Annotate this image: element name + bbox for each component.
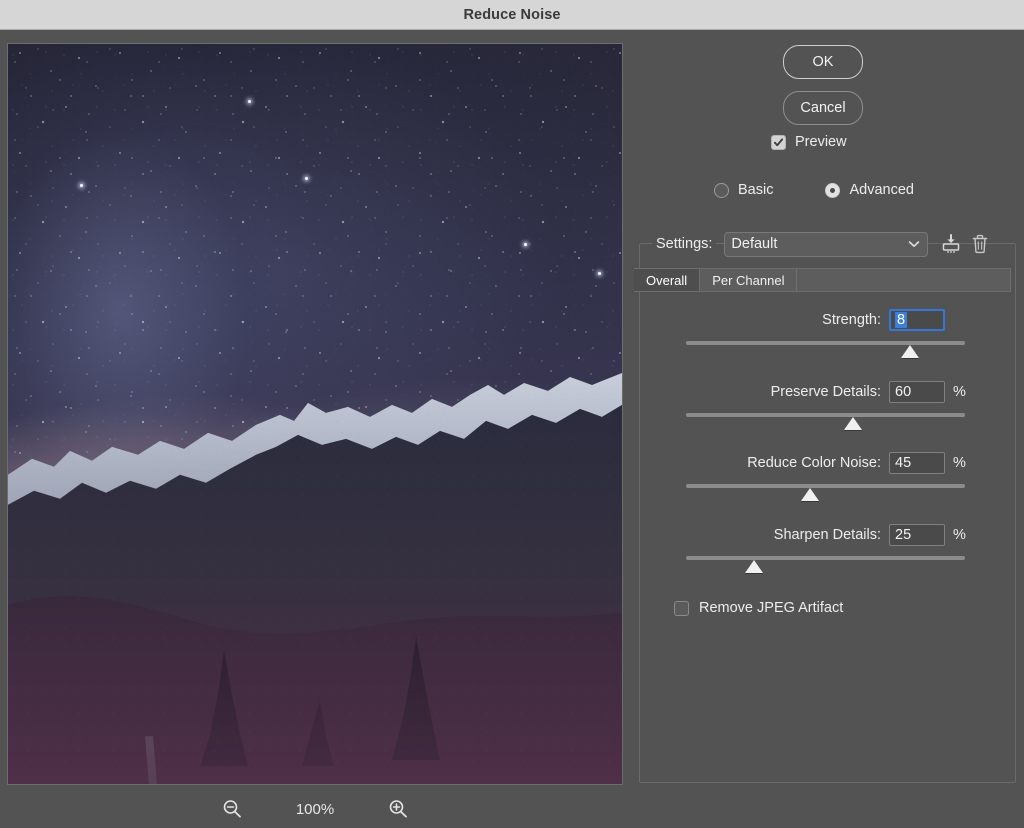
radio-basic-label: Basic <box>738 182 774 198</box>
strength-input[interactable]: 8 <box>889 309 945 331</box>
preview-checkbox[interactable]: Preview <box>771 134 847 150</box>
sharpen-details-slider-track[interactable] <box>686 556 965 560</box>
preserve-details-slider-track-wrap[interactable] <box>634 409 1011 437</box>
reduce-color-noise-label: Reduce Color Noise: <box>747 455 881 471</box>
reduce-noise-dialog: Reduce Noise 100% OK Cancel Preview Basi… <box>0 0 1024 828</box>
sharpen-details-label: Sharpen Details: <box>773 527 881 543</box>
strength-slider-thumb[interactable] <box>901 345 919 358</box>
cancel-button[interactable]: Cancel <box>783 91 863 125</box>
tab-per-channel[interactable]: Per Channel <box>700 269 798 291</box>
bright-star <box>305 177 308 180</box>
tab-filler <box>797 269 1010 291</box>
window-title: Reduce Noise <box>463 6 561 23</box>
preview-checkbox-label: Preview <box>795 134 847 150</box>
trash-delete-preset-icon[interactable] <box>970 233 990 255</box>
radio-basic[interactable]: Basic <box>714 182 773 198</box>
sharpen-details-slider-track-wrap[interactable] <box>634 552 1011 580</box>
bright-star <box>524 243 527 246</box>
slider-sharpen-details: Sharpen Details: 25 % <box>634 522 1011 580</box>
strength-slider-track[interactable] <box>686 341 965 345</box>
strength-label: Strength: <box>822 312 881 328</box>
remove-jpeg-artifact-label: Remove JPEG Artifact <box>699 600 844 616</box>
strength-value: 8 <box>895 312 908 328</box>
reduce-color-noise-slider-track[interactable] <box>686 484 965 488</box>
ok-button-label: OK <box>812 54 834 70</box>
chevron-down-icon <box>908 235 920 253</box>
reduce-color-noise-value: 45 <box>895 455 912 471</box>
slider-preserve-details: Preserve Details: 60 % <box>634 379 1011 437</box>
settings-row: Settings: Default <box>652 230 1012 258</box>
tab-overall-label: Overall <box>646 272 688 288</box>
checkmark-icon <box>773 137 784 146</box>
remove-jpeg-artifact-checkbox[interactable]: Remove JPEG Artifact <box>674 600 843 616</box>
reduce-color-noise-unit: % <box>953 455 966 471</box>
preserve-details-value: 60 <box>895 384 912 400</box>
sharpen-details-value: 25 <box>895 527 912 543</box>
reduce-color-noise-slider-track-wrap[interactable] <box>634 480 1011 508</box>
preview-zoom-controls: 100% <box>8 792 622 826</box>
settings-preset-select[interactable]: Default <box>724 231 929 257</box>
bright-star <box>598 272 601 275</box>
preserve-details-input[interactable]: 60 <box>889 381 945 403</box>
preserve-details-label: Preserve Details: <box>770 384 881 400</box>
ok-button[interactable]: OK <box>783 45 863 79</box>
tab-per-channel-label: Per Channel <box>712 272 785 288</box>
save-preset-icon[interactable] <box>940 233 962 255</box>
reduce-color-noise-input[interactable]: 45 <box>889 452 945 474</box>
settings-label: Settings: <box>652 236 717 252</box>
preserve-details-slider-thumb[interactable] <box>844 417 862 430</box>
sharpen-details-slider-thumb[interactable] <box>745 560 763 573</box>
sharpen-details-unit: % <box>953 527 966 543</box>
preserve-details-unit: % <box>953 384 966 400</box>
image-preview[interactable] <box>8 44 622 784</box>
radio-advanced-label: Advanced <box>849 182 914 198</box>
slider-reduce-color-noise: Reduce Color Noise: 45 % <box>634 450 1011 508</box>
radio-advanced[interactable]: Advanced <box>825 182 914 198</box>
strength-slider-track-wrap[interactable] <box>634 337 1011 365</box>
mode-radio-group: Basic Advanced <box>714 182 914 198</box>
zoom-level-label: 100% <box>295 800 335 818</box>
preserve-details-slider-track[interactable] <box>686 413 965 417</box>
reduce-color-noise-slider-thumb[interactable] <box>801 488 819 501</box>
tab-bar: Overall Per Channel <box>634 268 1011 292</box>
remove-jpeg-artifact-box[interactable] <box>674 600 689 616</box>
preview-checkbox-box[interactable] <box>771 134 786 150</box>
bright-star <box>80 184 83 187</box>
controls-panel: OK Cancel Preview Basic Advanced Setting… <box>634 30 1024 828</box>
zoom-out-magnifier-icon[interactable] <box>221 798 243 820</box>
bright-star <box>248 100 251 103</box>
radio-basic-indicator[interactable] <box>714 182 729 198</box>
tab-overall[interactable]: Overall <box>634 269 701 291</box>
sharpen-details-input[interactable]: 25 <box>889 524 945 546</box>
window-titlebar: Reduce Noise <box>0 0 1024 30</box>
settings-preset-value: Default <box>731 236 778 252</box>
cancel-button-label: Cancel <box>800 100 846 116</box>
mountain-ridge <box>8 355 622 784</box>
slider-strength: Strength: 8 <box>634 307 1011 365</box>
zoom-in-magnifier-icon[interactable] <box>387 798 409 820</box>
radio-advanced-indicator[interactable] <box>825 182 841 198</box>
